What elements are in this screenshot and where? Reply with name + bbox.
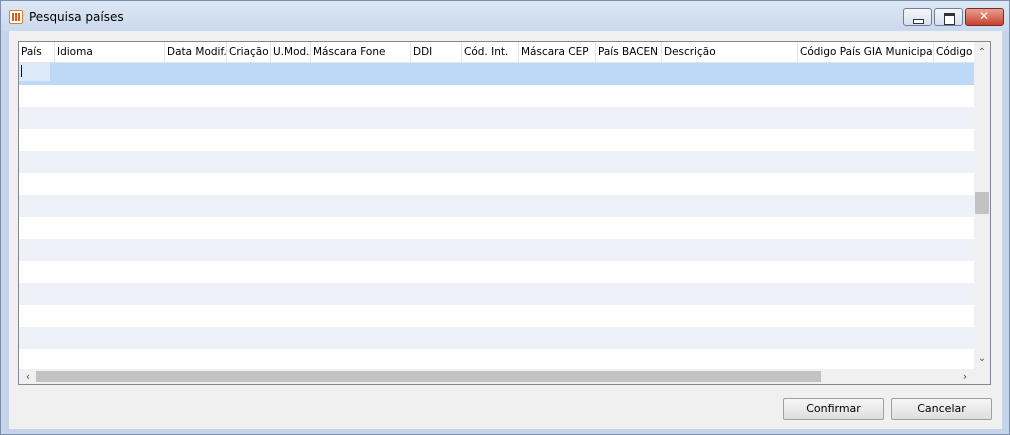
maximize-button[interactable] <box>934 8 963 26</box>
column-header-criacao[interactable]: Criação <box>227 42 271 62</box>
table-row[interactable] <box>19 195 974 217</box>
table-row[interactable] <box>19 173 974 195</box>
scroll-up-icon[interactable]: ⌃ <box>974 44 990 61</box>
table-row[interactable] <box>19 349 974 369</box>
dialog-body: País Idioma Data Modif. Criação U.Mod. M… <box>9 31 1002 429</box>
column-header-codigo[interactable]: Código <box>934 42 974 62</box>
scroll-right-icon[interactable]: › <box>958 369 972 384</box>
table-row[interactable] <box>19 305 974 327</box>
table-row[interactable] <box>19 239 974 261</box>
horizontal-scroll-thumb[interactable] <box>36 371 821 382</box>
app-grid-icon <box>9 10 23 24</box>
table-row[interactable] <box>19 327 974 349</box>
column-header-mascara-fone[interactable]: Máscara Fone <box>311 42 411 62</box>
grid-rows <box>19 63 974 369</box>
cancel-button[interactable]: Cancelar <box>891 398 992 420</box>
column-header-idioma[interactable]: Idioma <box>55 42 165 62</box>
text-caret <box>21 65 22 77</box>
scroll-down-icon[interactable]: ⌄ <box>974 350 990 367</box>
table-row-selected[interactable] <box>19 63 974 85</box>
column-header-mascara-cep[interactable]: Máscara CEP <box>519 42 596 62</box>
vertical-scroll-thumb[interactable] <box>975 192 989 214</box>
table-row[interactable] <box>19 151 974 173</box>
table-row[interactable] <box>19 107 974 129</box>
confirm-button[interactable]: Confirmar <box>783 398 884 420</box>
horizontal-scrollbar[interactable]: ‹ › <box>19 369 974 384</box>
scrollbar-corner <box>974 369 990 384</box>
table-row[interactable] <box>19 217 974 239</box>
table-row[interactable] <box>19 129 974 151</box>
window-title: Pesquisa países <box>29 10 124 24</box>
search-countries-window: Pesquisa países País Idioma Data Modif. … <box>0 0 1010 435</box>
column-header-u-mod[interactable]: U.Mod. <box>271 42 311 62</box>
column-header-ddi[interactable]: DDI <box>411 42 462 62</box>
column-header-data-modif[interactable]: Data Modif. <box>165 42 227 62</box>
close-button[interactable] <box>965 8 1004 26</box>
table-row[interactable] <box>19 283 974 305</box>
cell-editor[interactable] <box>19 63 51 81</box>
minimize-button[interactable] <box>903 8 932 26</box>
column-header-pais-bacen[interactable]: País BACEN <box>596 42 662 62</box>
vertical-scrollbar[interactable]: ⌃ ⌄ <box>974 42 990 369</box>
table-row[interactable] <box>19 85 974 107</box>
column-header-codigo-pais-gia-municipal[interactable]: Código País GIA Municipal <box>798 42 934 62</box>
column-header-pais[interactable]: País <box>19 42 55 62</box>
scroll-left-icon[interactable]: ‹ <box>21 369 35 384</box>
column-header-descricao[interactable]: Descrição <box>662 42 798 62</box>
title-bar[interactable]: Pesquisa países <box>1 1 1009 31</box>
table-row[interactable] <box>19 261 974 283</box>
grid-header: País Idioma Data Modif. Criação U.Mod. M… <box>19 42 974 63</box>
column-header-cod-int[interactable]: Cód. Int. <box>462 42 519 62</box>
countries-grid[interactable]: País Idioma Data Modif. Criação U.Mod. M… <box>18 41 991 385</box>
